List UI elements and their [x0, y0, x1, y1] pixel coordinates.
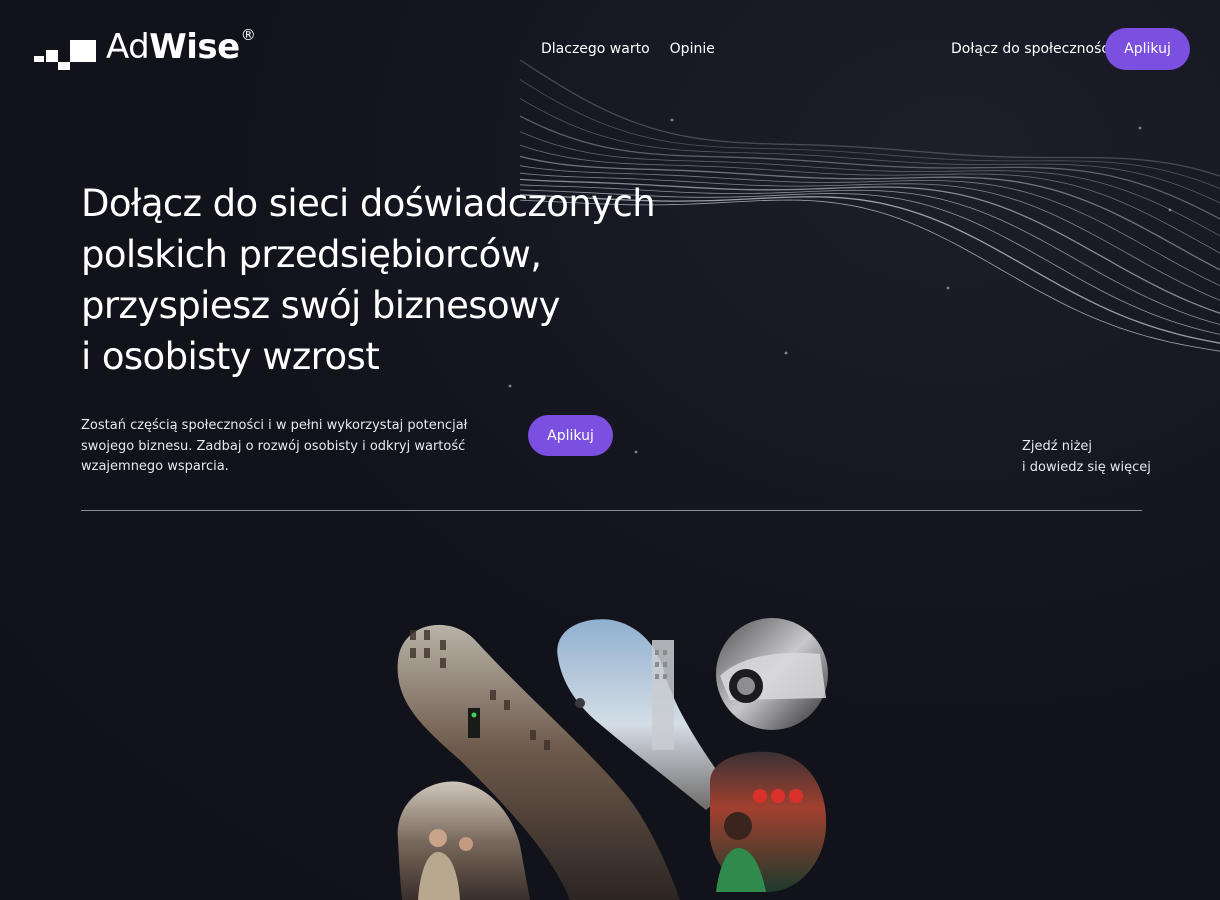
star-speck	[946, 286, 950, 290]
photo-shape-car	[716, 618, 828, 730]
landing-page: AdWise® Dlaczego warto Opinie Dołącz do …	[0, 0, 1220, 900]
photo-shape-subway	[710, 751, 827, 893]
hero-title-line-2: polskich przedsiębiorców,	[81, 233, 542, 276]
hero-title-line-4: i osobisty wzrost	[81, 335, 380, 378]
nav-link-dlaczego-warto[interactable]: Dlaczego warto	[541, 41, 650, 57]
star-speck	[1138, 126, 1142, 130]
logo-wordmark-light: Ad	[106, 27, 150, 67]
scroll-hint-line-2: i dowiedz się więcej	[1022, 460, 1151, 475]
header-apply-button[interactable]: Aplikuj	[1105, 28, 1190, 70]
hero-title-line-1: Dołącz do sieci doświadczonych	[81, 182, 656, 225]
star-speck	[1168, 208, 1172, 212]
star-speck	[508, 384, 512, 388]
scroll-hint: Zjedź niżej i dowiedz się więcej	[1022, 436, 1151, 478]
registered-mark: ®	[240, 26, 256, 44]
nav-link-opinie[interactable]: Opinie	[670, 41, 715, 57]
wave-line	[519, 59, 1220, 177]
hero-title-line-3: przyspiesz swój biznesowy	[81, 284, 561, 327]
hero-title: Dołącz do sieci doświadczonych polskich …	[81, 178, 741, 382]
star-speck	[634, 450, 638, 454]
scroll-hint-line-1: Zjedź niżej	[1022, 439, 1093, 454]
wave-line	[519, 79, 1220, 189]
star-speck	[670, 118, 674, 122]
star-speck	[784, 351, 788, 355]
adwise-logo[interactable]: AdWise®	[34, 26, 256, 70]
section-divider	[81, 510, 1142, 511]
logo-mark-icon	[34, 40, 96, 70]
photo-collage-logo	[397, 618, 828, 900]
hero-description: Zostań częścią społeczności i w pełni wy…	[81, 418, 468, 474]
hero-apply-button[interactable]: Aplikuj	[528, 415, 613, 456]
logo-wordmark: AdWise®	[106, 26, 256, 70]
join-community-link[interactable]: Dołącz do społeczności	[951, 41, 1113, 57]
main-nav: Dlaczego warto Opinie	[541, 41, 715, 57]
logo-wordmark-heavy: Wise	[149, 27, 240, 67]
